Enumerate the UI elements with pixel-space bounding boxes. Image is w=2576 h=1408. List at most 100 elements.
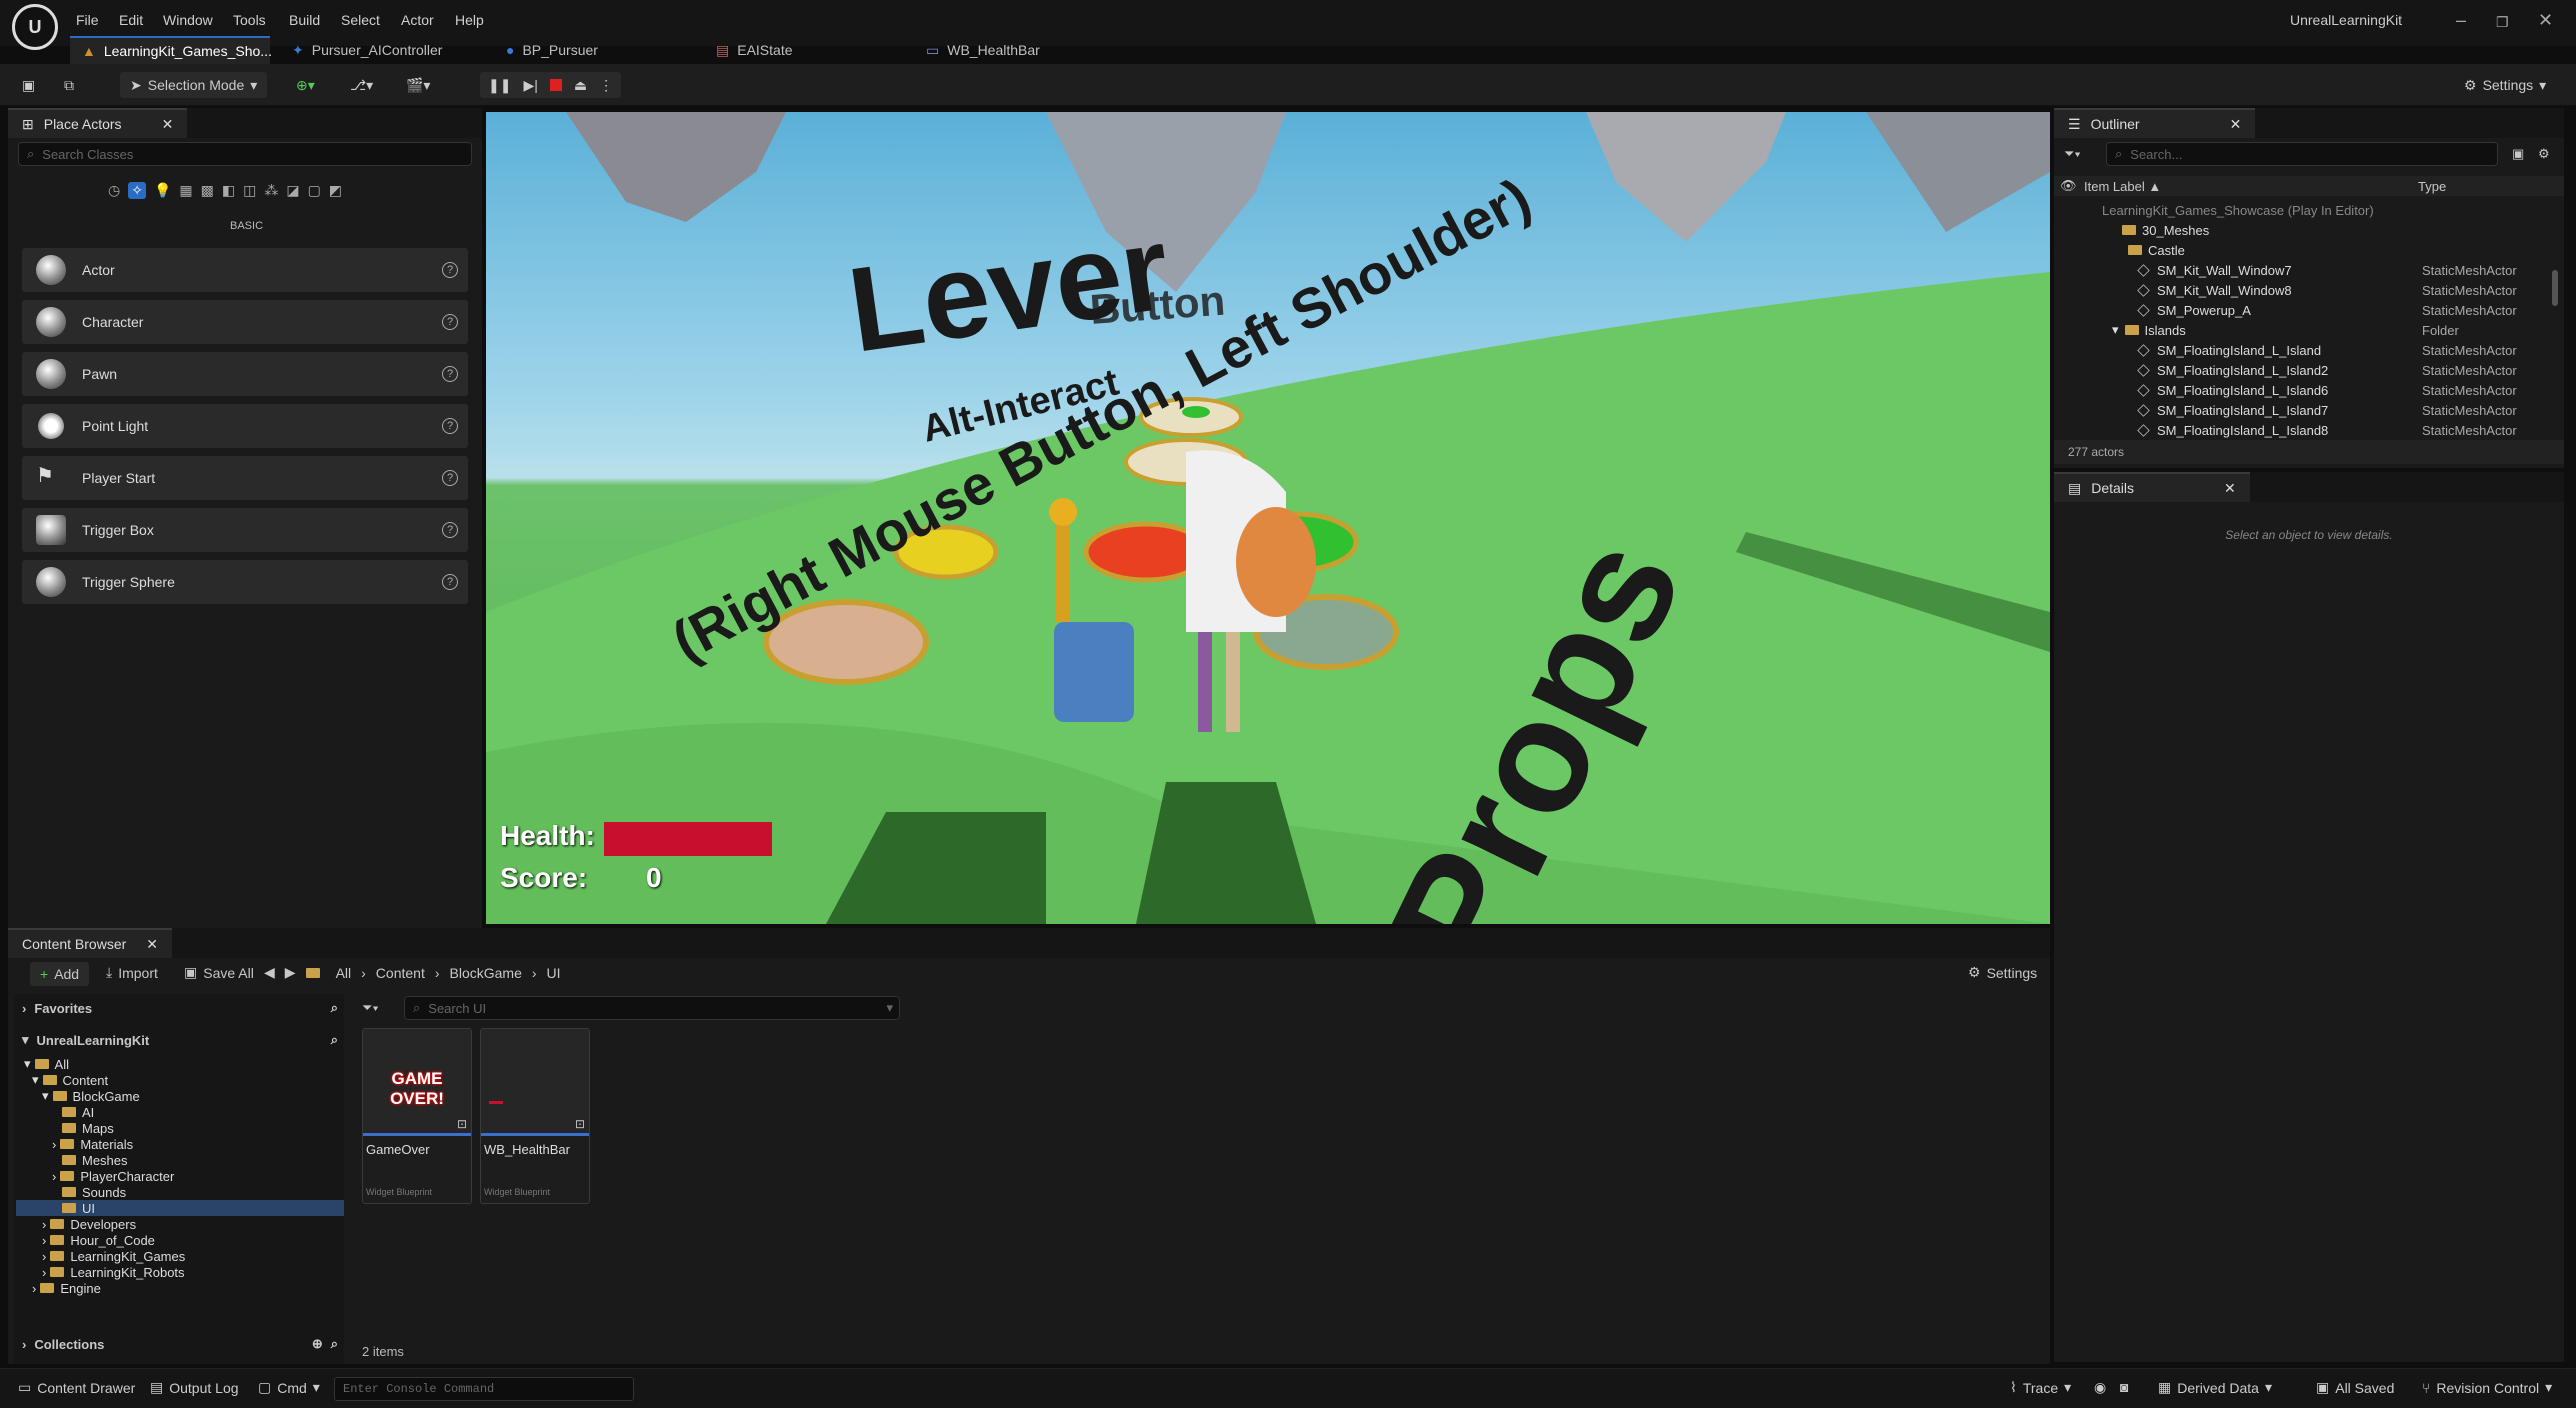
- tree-item[interactable]: › Hour_of_Code: [42, 1232, 155, 1248]
- breadcrumb-item[interactable]: Content: [376, 965, 425, 981]
- collections-section[interactable]: › Collections ⊕ ⌕: [22, 1336, 338, 1352]
- help-icon[interactable]: ?: [442, 522, 458, 538]
- close-tab-icon[interactable]: ✕: [2224, 480, 2236, 497]
- output-log-button[interactable]: ▤ Output Log: [150, 1379, 239, 1396]
- project-section[interactable]: ▾ UnrealLearningKit ⌕: [22, 1032, 338, 1048]
- menu-actor[interactable]: Actor: [401, 12, 434, 28]
- outliner-row[interactable]: SM_FloatingIsland_L_Island7 StaticMeshAct…: [2054, 400, 2562, 420]
- all-classes-icon[interactable]: ⁂: [264, 182, 278, 199]
- settings-button[interactable]: ⚙ Settings ▾: [2464, 72, 2546, 98]
- tree-item[interactable]: Meshes: [62, 1152, 128, 1168]
- outliner-row[interactable]: LearningKit_Games_Showcase (Play In Edit…: [2054, 200, 2562, 220]
- outliner-row[interactable]: SM_Kit_Wall_Window7 StaticMeshActor: [2054, 260, 2562, 280]
- unreal-logo-icon[interactable]: U: [12, 4, 58, 50]
- eye-icon[interactable]: 👁: [2060, 178, 2077, 194]
- lights-icon[interactable]: 💡: [154, 182, 171, 199]
- restore-icon[interactable]: ❐: [2496, 14, 2509, 31]
- help-icon[interactable]: ?: [442, 418, 458, 434]
- menu-tools[interactable]: Tools: [233, 12, 266, 28]
- volumes-icon[interactable]: ◫: [243, 182, 256, 199]
- trigger-box-item[interactable]: Trigger Box?: [22, 508, 468, 552]
- outliner-row[interactable]: Castle: [2054, 240, 2562, 260]
- chevron-down-icon[interactable]: ▾: [2112, 322, 2119, 338]
- menu-help[interactable]: Help: [455, 12, 484, 28]
- search-icon[interactable]: ⌕: [331, 1000, 338, 1016]
- close-tab-icon[interactable]: ✕: [2230, 116, 2242, 133]
- breadcrumb-item[interactable]: All: [336, 965, 352, 981]
- outliner-search-input[interactable]: ⌕ Search...: [2106, 142, 2498, 166]
- search-classes-input[interactable]: ⌕ Search Classes: [18, 142, 472, 166]
- help-icon[interactable]: ?: [442, 314, 458, 330]
- help-icon[interactable]: ?: [442, 470, 458, 486]
- trace-dropdown[interactable]: ⌇ Trace ▾: [2010, 1379, 2071, 1396]
- trigger-sphere-item[interactable]: Trigger Sphere?: [22, 560, 468, 604]
- help-icon[interactable]: ?: [442, 574, 458, 590]
- tab-wb-healthbar[interactable]: ▭ WB_HealthBar: [914, 36, 1052, 64]
- search-icon[interactable]: ⌕: [331, 1032, 338, 1048]
- shapes-icon[interactable]: ◪: [286, 182, 299, 199]
- selection-mode-dropdown[interactable]: ➤ Selection Mode ▾: [120, 72, 268, 98]
- column-type[interactable]: Type: [2418, 179, 2446, 194]
- other-icon[interactable]: ◩: [329, 182, 342, 199]
- tree-item-selected[interactable]: UI: [62, 1200, 95, 1216]
- minimize-icon[interactable]: –: [2456, 10, 2466, 31]
- cinematic-icon[interactable]: ▦: [179, 182, 192, 199]
- tree-item[interactable]: › LearningKit_Games: [42, 1248, 185, 1264]
- tab-pursuer-aicontroller[interactable]: ✦ Pursuer_AIController: [280, 36, 454, 64]
- geometry-icon[interactable]: ◧: [222, 182, 235, 199]
- tree-item[interactable]: ▾ BlockGame: [42, 1088, 140, 1104]
- outliner-row[interactable]: SM_FloatingIsland_L_Island6 StaticMeshAct…: [2054, 380, 2562, 400]
- add-button[interactable]: + Add: [30, 962, 90, 986]
- revision-control-dropdown[interactable]: ⑂ Revision Control ▾: [2422, 1379, 2552, 1396]
- outliner-row[interactable]: SM_Powerup_A StaticMeshActor: [2054, 300, 2562, 320]
- menu-file[interactable]: File: [76, 12, 99, 28]
- more-icon[interactable]: ⋮: [599, 77, 613, 94]
- record-icon[interactable]: ◉: [2094, 1379, 2106, 1396]
- tree-item[interactable]: › PlayerCharacter: [52, 1168, 174, 1184]
- column-item-label[interactable]: Item Label ▲: [2084, 179, 2161, 194]
- visual-effects-icon[interactable]: ▩: [201, 182, 214, 199]
- help-icon[interactable]: ?: [442, 262, 458, 278]
- save-all-button[interactable]: ▣ Save All: [184, 964, 254, 981]
- chevron-down-icon[interactable]: ▾: [886, 1000, 893, 1016]
- browse-icon[interactable]: ⧉: [64, 72, 74, 98]
- tree-item[interactable]: Maps: [62, 1120, 114, 1136]
- character-item[interactable]: Character?: [22, 300, 468, 344]
- menu-build[interactable]: Build: [289, 12, 320, 28]
- close-tab-icon[interactable]: ✕: [162, 116, 174, 133]
- breadcrumb-item[interactable]: BlockGame: [450, 965, 522, 981]
- import-button[interactable]: ⤓ Import: [106, 964, 158, 981]
- cinematics-icon[interactable]: 🎬▾: [406, 72, 430, 98]
- back-icon[interactable]: ◀: [264, 964, 275, 981]
- content-drawer-button[interactable]: ▭ Content Drawer: [18, 1379, 135, 1396]
- gear-icon[interactable]: ⚙: [2538, 146, 2550, 162]
- recent-icon[interactable]: ◷: [108, 182, 120, 199]
- stop-icon[interactable]: [549, 79, 562, 91]
- tree-item[interactable]: › Developers: [42, 1216, 136, 1232]
- player-start-item[interactable]: ⚑ Player Start?: [22, 456, 468, 500]
- step-icon[interactable]: ▶|: [523, 77, 537, 94]
- help-icon[interactable]: ?: [442, 366, 458, 382]
- actor-item[interactable]: Actor?: [22, 248, 468, 292]
- menu-edit[interactable]: Edit: [119, 12, 143, 28]
- favorites-section[interactable]: › Favorites ⌕: [22, 1000, 338, 1016]
- tree-item[interactable]: Sounds: [62, 1184, 126, 1200]
- add-collection-icon[interactable]: ⊕: [312, 1336, 323, 1352]
- search-icon[interactable]: ⌕: [331, 1336, 338, 1352]
- tree-item[interactable]: AI: [62, 1104, 94, 1120]
- breadcrumb-item[interactable]: UI: [547, 965, 561, 981]
- filter-icon[interactable]: ⏷▾: [2064, 146, 2081, 162]
- console-input[interactable]: Enter Console Command: [334, 1377, 634, 1401]
- cmd-dropdown[interactable]: ▢ Cmd ▾: [258, 1379, 320, 1396]
- close-tab-icon[interactable]: ✕: [146, 936, 158, 953]
- tree-item[interactable]: › Engine: [32, 1280, 101, 1296]
- content-search-input[interactable]: ⌕ Search UI ▾: [404, 996, 900, 1020]
- placeholder-icon[interactable]: ▢: [308, 182, 321, 199]
- tree-item[interactable]: ▾ Content: [32, 1072, 108, 1088]
- all-saved-button[interactable]: ▣ All Saved: [2316, 1379, 2394, 1396]
- asset-tile-wb-healthbar[interactable]: ⊡ WB_HealthBar Widget Blueprint: [480, 1028, 590, 1204]
- blueprint-menu-icon[interactable]: ⎇▾: [350, 72, 373, 98]
- tab-eaistate[interactable]: ▤ EAIState: [704, 36, 805, 64]
- tree-item[interactable]: › Materials: [52, 1136, 133, 1152]
- cb-settings-button[interactable]: ⚙ Settings: [1968, 964, 2037, 981]
